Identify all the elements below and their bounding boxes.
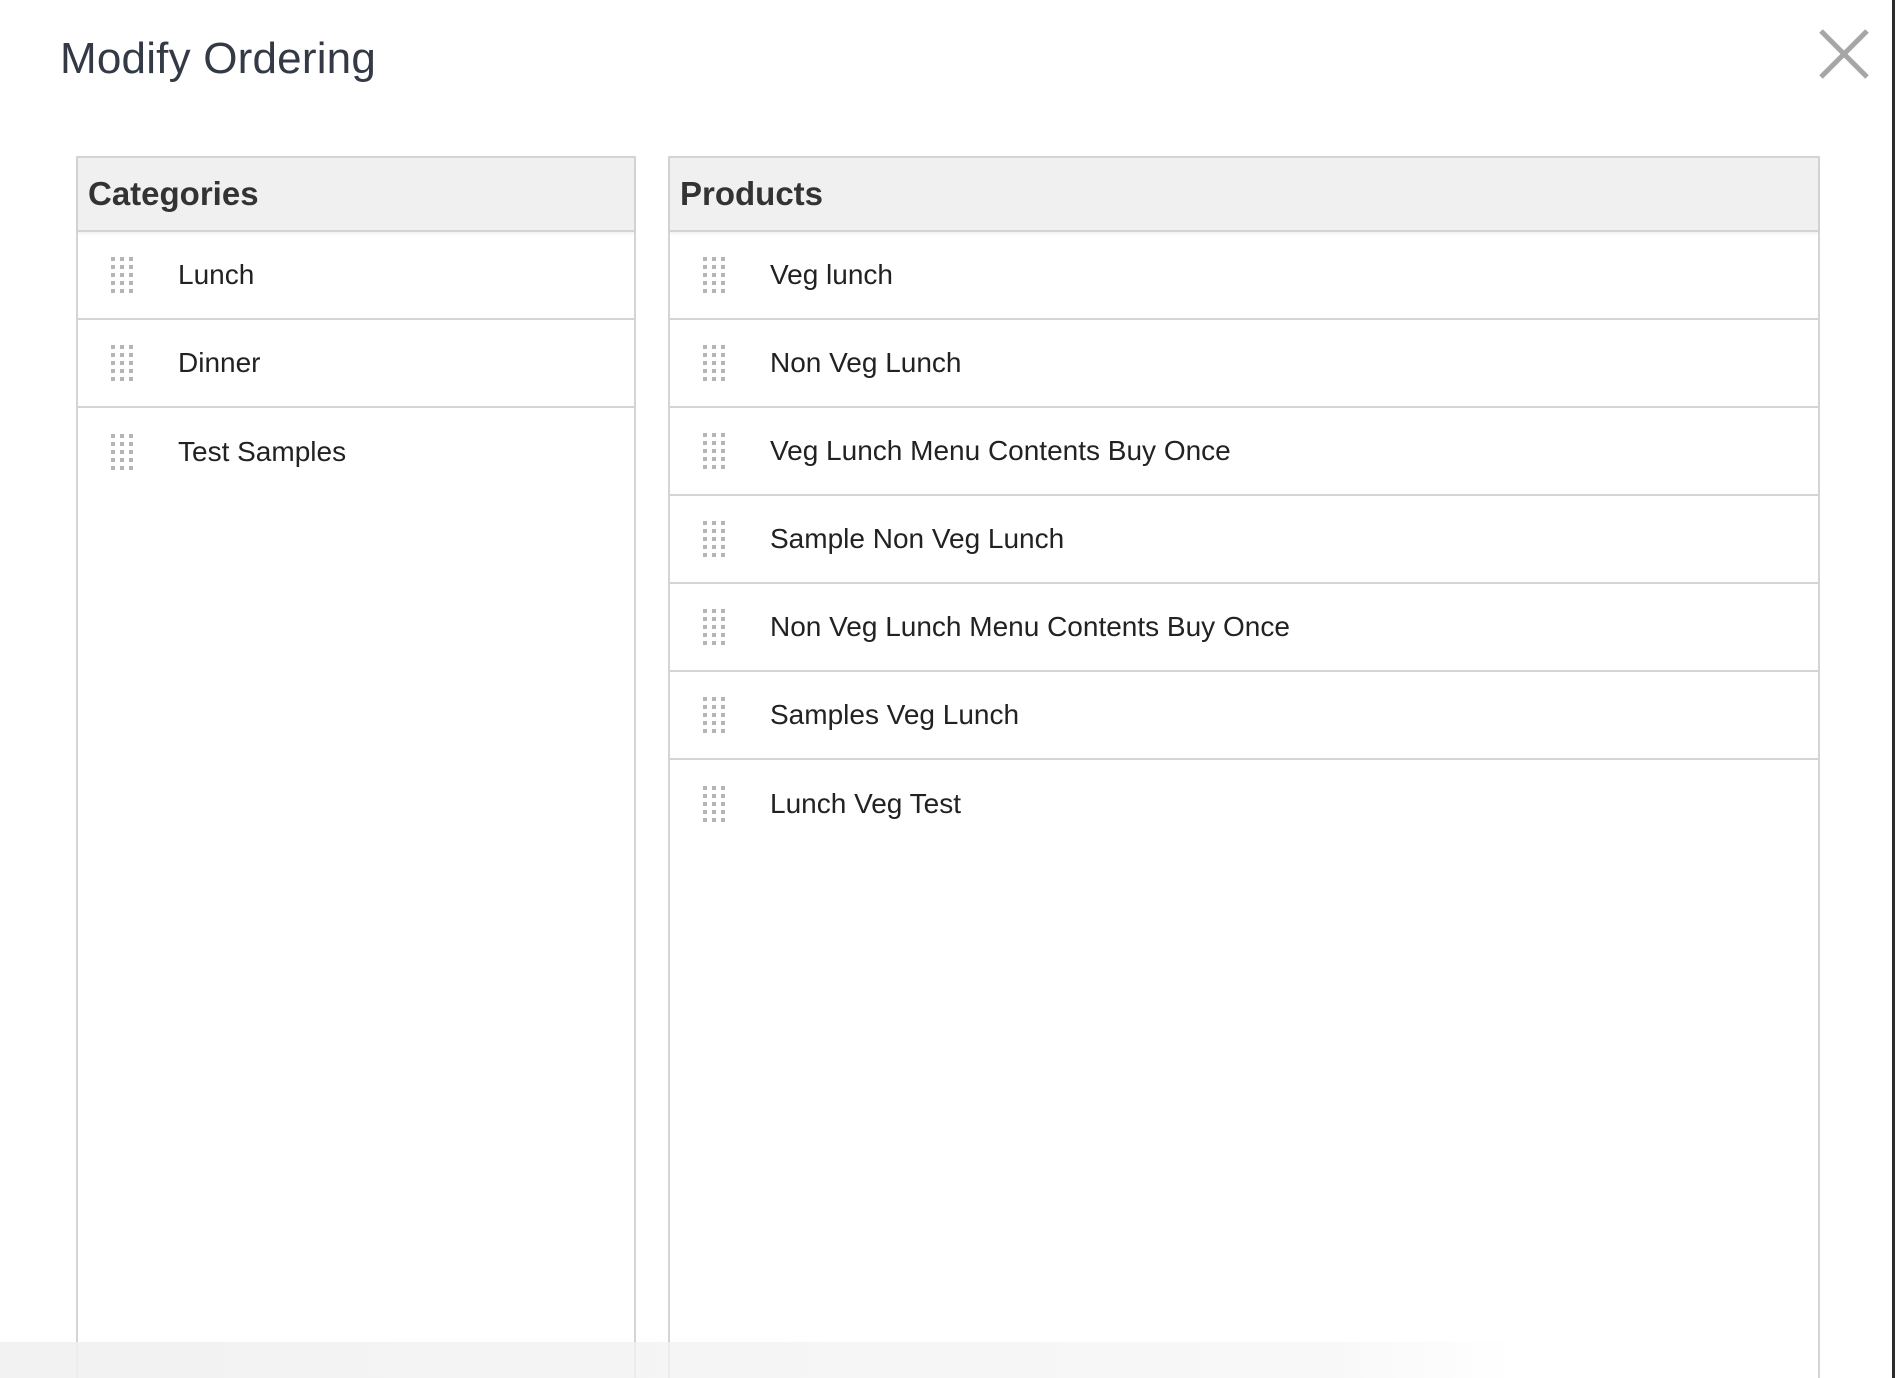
list-item-label: Lunch [178,259,255,290]
list-item[interactable]: Veg lunch [670,232,1818,320]
list-item[interactable]: Lunch [78,232,634,320]
list-item[interactable]: Test Samples [78,408,634,496]
list-item-label: Veg lunch [770,259,893,290]
categories-header: Categories [78,158,634,232]
drag-handle-icon[interactable] [700,786,728,822]
close-icon [1819,29,1869,79]
list-item[interactable]: Lunch Veg Test [670,760,1818,848]
list-item[interactable]: Dinner [78,320,634,408]
list-item-label: Non Veg Lunch [770,347,962,378]
list-item-label: Non Veg Lunch Menu Contents Buy Once [770,611,1290,642]
drag-handle-icon[interactable] [700,433,728,469]
list-item-label: Samples Veg Lunch [770,699,1020,730]
list-item[interactable]: Non Veg Lunch [670,320,1818,408]
drag-handle-icon[interactable] [700,521,728,557]
list-item-label: Sample Non Veg Lunch [770,523,1065,554]
drag-handle-icon[interactable] [700,345,728,381]
list-item-label: Dinner [178,347,261,378]
products-panel: Products Veg lunch Non Veg Lunch Veg Lunch… [668,156,1820,1378]
list-item[interactable]: Sample Non Veg Lunch [670,496,1818,584]
products-list: Veg lunch Non Veg Lunch Veg Lunch Menu Con… [670,232,1818,848]
modify-ordering-modal: Modify Ordering Categories Lunch Dinner Te… [0,0,1895,1378]
list-item[interactable]: Veg Lunch Menu Contents Buy Once [670,408,1818,496]
close-button[interactable] [1814,24,1874,84]
list-item-label: Veg Lunch Menu Contents Buy Once [770,435,1231,466]
categories-list: Lunch Dinner Test Samples [78,232,634,496]
modal-title: Modify Ordering [60,34,377,83]
drag-handle-icon[interactable] [108,257,136,293]
list-item[interactable]: Non Veg Lunch Menu Contents Buy Once [670,584,1818,672]
drag-handle-icon[interactable] [700,257,728,293]
categories-panel: Categories Lunch Dinner Test Samples [76,156,636,1378]
drag-handle-icon[interactable] [108,345,136,381]
list-item[interactable]: Samples Veg Lunch [670,672,1818,760]
drag-handle-icon[interactable] [108,434,136,470]
list-item-label: Lunch Veg Test [770,788,961,819]
products-header: Products [670,158,1818,232]
drag-handle-icon[interactable] [700,697,728,733]
list-item-label: Test Samples [178,436,347,467]
drag-handle-icon[interactable] [700,609,728,645]
